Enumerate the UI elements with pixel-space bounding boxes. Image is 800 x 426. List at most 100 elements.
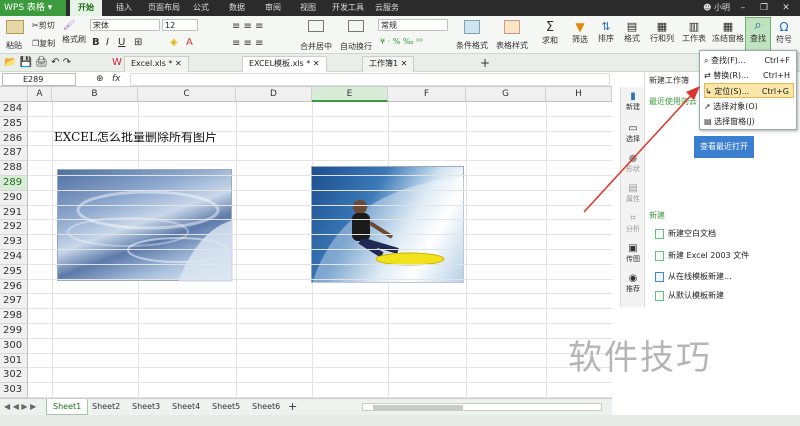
col-header-c[interactable]: C (138, 87, 236, 102)
close-tab-icon[interactable]: ✕ (175, 59, 182, 68)
new-tab-button[interactable]: + (480, 56, 490, 70)
cut-button[interactable]: ✂剪切 (32, 20, 55, 31)
conditional-format-button[interactable]: 条件格式 (456, 20, 488, 51)
surfer-image[interactable] (311, 166, 465, 284)
row-header[interactable]: 296 (0, 279, 28, 295)
sheet-tab-6[interactable]: Sheet6 (246, 399, 286, 415)
col-header-a[interactable]: A (28, 87, 52, 102)
formula-input[interactable] (130, 73, 610, 86)
spreadsheet-grid[interactable]: A B C D E F G H EXCEL怎么批量删除所有图片 284 285 28… (0, 87, 612, 398)
col-header-e[interactable]: E (312, 87, 388, 102)
row-header[interactable]: 293 (0, 235, 28, 250)
menu-page-layout[interactable]: 页面布局 (148, 0, 180, 16)
side-recommend[interactable]: ◉ 推荐 (621, 273, 645, 294)
wrap-text-button[interactable]: 自动换行 (340, 20, 372, 52)
add-sheet-button[interactable]: + (288, 400, 297, 413)
menu-item-replace[interactable]: ⇄ 替换(R)... Ctrl+H (704, 68, 794, 83)
row-header[interactable]: 303 (0, 383, 28, 398)
app-menu-button[interactable]: WPS 表格 ▾ (0, 0, 66, 16)
symbol-button[interactable]: Ω 符号 (776, 20, 792, 45)
col-header-b[interactable]: B (52, 87, 138, 102)
minimize-icon[interactable]: – (735, 0, 751, 16)
close-tab-icon[interactable]: ✕ (313, 59, 320, 68)
menu-formulas[interactable]: 公式 (193, 0, 209, 16)
align-top-icon[interactable]: ≡ ≡ ≡ (232, 21, 264, 32)
menu-item-selection-pane[interactable]: ▤ 选择窗格(J) (704, 114, 794, 129)
menu-item-select-objects[interactable]: ➚ 选择对象(O) (704, 99, 794, 114)
row-header[interactable]: 284 (0, 102, 28, 117)
border-icon[interactable]: ⊞ (134, 37, 142, 48)
row-header[interactable]: 301 (0, 353, 28, 369)
sort-button[interactable]: ⇅ 排序 (598, 20, 614, 44)
col-header-d[interactable]: D (236, 87, 312, 102)
number-format-select[interactable]: 常规 (378, 19, 448, 31)
doc-tab-excel[interactable]: Excel.xls * ✕ (124, 56, 189, 72)
worksheet-button[interactable]: ▥ 工作表 (682, 20, 706, 44)
format-painter-button[interactable]: 🖌 格式刷 (62, 20, 86, 45)
filter-button[interactable]: ▼ 筛选 (572, 20, 588, 45)
row-header[interactable]: 302 (0, 368, 28, 384)
row-header[interactable]: 286 (0, 131, 28, 147)
user-name[interactable]: ☻ 小明 (703, 0, 730, 16)
bold-button[interactable]: B (92, 37, 100, 48)
menu-insert[interactable]: 插入 (116, 0, 132, 16)
currency-icon[interactable]: ¥ · % ‰ ⁰⁰ (380, 37, 423, 46)
row-header[interactable]: 291 (0, 205, 28, 221)
freeze-panes-button[interactable]: ▦ 冻结窗格 (712, 20, 744, 44)
sheet-tab-1[interactable]: Sheet1 (46, 399, 89, 415)
zoom-icon[interactable]: ⊕ (96, 74, 104, 84)
italic-button[interactable]: I (106, 37, 109, 48)
row-header[interactable]: 290 (0, 190, 28, 206)
restore-icon[interactable]: ❐ (756, 0, 772, 16)
col-header-g[interactable]: G (466, 87, 546, 102)
row-col-button[interactable]: ▦ 行和列 (650, 20, 674, 44)
menu-item-goto[interactable]: ↳ 定位(S)... Ctrl+G (704, 83, 794, 98)
sum-button[interactable]: Σ 求和 (542, 20, 558, 46)
new-excel-2003[interactable]: 新建 Excel 2003 文件 (655, 250, 749, 261)
side-upload-image[interactable]: ▣ 传图 (621, 243, 645, 264)
row-header[interactable]: 298 (0, 309, 28, 324)
scrollbar-thumb[interactable] (373, 405, 463, 410)
menu-item-find[interactable]: ⌕ 查找(F)... Ctrl+F (704, 53, 794, 68)
font-size-select[interactable]: 12 (162, 19, 198, 31)
font-name-select[interactable]: 宋体 (90, 19, 160, 31)
sheet-tab-4[interactable]: Sheet4 (166, 399, 206, 415)
menu-data[interactable]: 数据 (229, 0, 245, 16)
new-from-online-template[interactable]: 从在线模板新建... (655, 271, 732, 282)
underline-button[interactable]: U (118, 37, 125, 48)
paste-group[interactable]: 粘贴 (6, 20, 24, 51)
fill-color-icon[interactable]: ◈ (170, 37, 178, 48)
doc-tab-template[interactable]: EXCEL模板.xls * ✕ (242, 56, 327, 72)
format-button[interactable]: ▤ 格式 (624, 20, 640, 44)
close-tab-icon[interactable]: ✕ (401, 59, 408, 68)
row-header[interactable]: 289 (0, 176, 28, 191)
quick-access-toolbar[interactable]: 📂 💾 🖨 ↶ ↷ (4, 57, 71, 68)
new-from-default-template[interactable]: 从默认模板新建 (655, 290, 724, 301)
merge-center-button[interactable]: 合并居中 (300, 20, 332, 52)
horizontal-scrollbar[interactable] (362, 403, 602, 411)
row-header[interactable]: 292 (0, 220, 28, 236)
font-color-icon[interactable]: A (186, 37, 193, 48)
menu-view[interactable]: 视图 (300, 0, 316, 16)
close-icon[interactable]: ✕ (778, 0, 794, 16)
sheet-tab-2[interactable]: Sheet2 (86, 399, 126, 415)
select-all-corner[interactable] (0, 87, 28, 102)
sheet-tab-5[interactable]: Sheet5 (206, 399, 246, 415)
fx-icon[interactable]: fx (112, 74, 121, 84)
find-button[interactable]: ⌕ 查找 (745, 17, 771, 53)
menu-developer[interactable]: 开发工具 (332, 0, 364, 16)
col-header-f[interactable]: F (388, 87, 466, 102)
row-header[interactable]: 297 (0, 294, 28, 310)
row-header[interactable]: 294 (0, 250, 28, 265)
menu-cloud[interactable]: 云服务 (375, 0, 399, 16)
table-style-button[interactable]: 表格样式 (496, 20, 528, 51)
copy-button[interactable]: ❐复制 (32, 38, 55, 49)
new-blank-doc[interactable]: 新建空白文档 (655, 228, 716, 239)
menu-home[interactable]: 开始 (70, 0, 102, 16)
row-header[interactable]: 300 (0, 338, 28, 354)
doc-tab-workbook1[interactable]: 工作簿1 ✕ (362, 56, 415, 72)
sheet-tab-3[interactable]: Sheet3 (126, 399, 166, 415)
sheet-nav-arrows[interactable]: ◀ ◀ ▶ ▶ (4, 402, 36, 411)
row-header[interactable]: 299 (0, 324, 28, 339)
align-left-icon[interactable]: ≡ ≡ ≡ (232, 38, 264, 49)
